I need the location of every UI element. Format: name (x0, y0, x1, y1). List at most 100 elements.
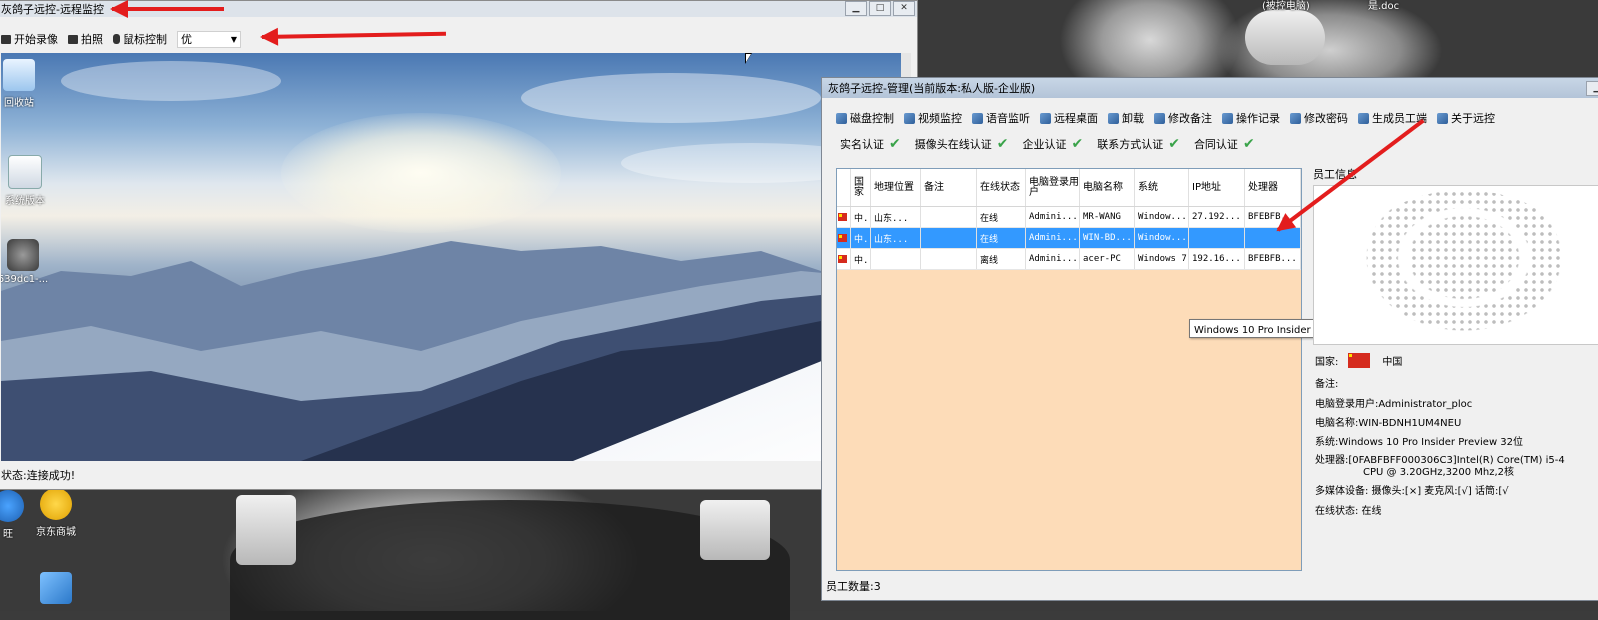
wallpaper-cloud (521, 73, 821, 123)
background-label: (被控电脑) (1262, 1, 1310, 12)
remote-icon-label: 回收站 (4, 98, 34, 109)
table-cell: Window... (1135, 207, 1189, 227)
key-icon (1290, 112, 1301, 124)
mouse-cursor-icon (745, 53, 752, 64)
toolbar-voice-monitor[interactable]: 语音监听 (972, 110, 1030, 126)
desktop-icon[interactable] (26, 572, 86, 607)
table-cell: 离线 (977, 249, 1026, 269)
mouse-icon (113, 34, 120, 44)
photo-placeholder (1354, 190, 1574, 340)
table-row[interactable]: 中... 离线Admini...acer-PCWindows 7192.16...… (837, 249, 1301, 270)
computer-name-row: 电脑名称:WIN-BDNH1UM4NEU (1315, 418, 1462, 429)
checkmark-icon: ✔ (996, 136, 1009, 152)
table-cell: WIN-BD... (1080, 228, 1135, 248)
cert-label: 合同认证 (1193, 138, 1238, 151)
table-cell: 山东... (871, 228, 921, 248)
camera-icon (68, 34, 78, 44)
toolbar-disk-control[interactable]: 磁盘控制 (836, 110, 894, 126)
record-label: 开始录像 (14, 33, 58, 46)
cert-label: 企业认证 (1022, 138, 1067, 151)
column-header[interactable]: 地理位置 (871, 169, 921, 206)
remote-desktop-icon[interactable]: 639dc1-... (1, 239, 53, 285)
disk-icon (836, 112, 847, 124)
list-rows: 中...山东...在线Admini...MR-WANGWindow...27.1… (837, 207, 1301, 270)
connection-status: 状态:连接成功! (1, 469, 76, 482)
wallpaper-cloud (61, 61, 281, 101)
photo-button[interactable]: 拍照 (68, 31, 103, 47)
toolbar-about[interactable]: 关于远控 (1437, 110, 1495, 126)
remote-desktop-icon[interactable]: 系统版本 (1, 155, 55, 207)
toolbar-edit-note[interactable]: 修改备注 (1154, 110, 1212, 126)
column-header[interactable]: 电脑名称 (1080, 169, 1135, 206)
log-icon (1222, 112, 1233, 124)
flag-cell (837, 228, 851, 248)
column-header[interactable]: 电脑登录用户 (1026, 169, 1080, 206)
table-cell (921, 249, 977, 269)
title-bar[interactable]: 灰鸽子远控-管理(当前版本:私人版-企业版) (822, 78, 1598, 98)
table-cell (871, 249, 921, 269)
recycle-bin-icon (3, 59, 35, 91)
toolbar-operation-log[interactable]: 操作记录 (1222, 110, 1280, 126)
info-icon (1437, 112, 1448, 124)
toolbar-uninstall[interactable]: 卸载 (1108, 110, 1144, 126)
annotation-arrow (110, 0, 224, 18)
window-controls: ▁ (1586, 81, 1598, 96)
table-cell (1189, 228, 1245, 248)
toolbar-label: 操作记录 (1236, 112, 1280, 125)
country-value: 中国 (1382, 357, 1403, 368)
minimize-button[interactable]: ▁ (1586, 81, 1598, 96)
minimize-button[interactable]: ▁ (845, 1, 867, 16)
toolbar-video-monitor[interactable]: 视频监控 (904, 110, 962, 126)
column-header[interactable]: IP地址 (1189, 169, 1245, 206)
cert-contact: 联系方式认证 ✔ (1097, 136, 1180, 152)
window-title: 灰鸽子远控-远程监控 (1, 3, 104, 16)
cert-label: 联系方式认证 (1097, 138, 1164, 151)
china-flag-icon (838, 234, 847, 242)
column-header[interactable]: 国家 (851, 169, 871, 206)
online-status-row: 在线状态: 在线 (1315, 506, 1382, 517)
toolbar-remote-desktop[interactable]: 远程桌面 (1040, 110, 1098, 126)
checkmark-icon: ✔ (1242, 136, 1255, 152)
record-button[interactable]: 开始录像 (1, 31, 58, 47)
employee-photo (1313, 185, 1598, 345)
table-cell: Admini... (1026, 207, 1080, 227)
edit-icon (1154, 112, 1165, 124)
toolbar-change-password[interactable]: 修改密码 (1290, 110, 1348, 126)
flag-cell (837, 207, 851, 227)
employee-list[interactable]: 国家 地理位置 备注 在线状态 电脑登录用户 电脑名称 系统 IP地址 处理器 … (836, 168, 1384, 571)
maximize-button[interactable]: □ (869, 1, 891, 16)
table-cell: 中... (851, 207, 871, 227)
table-cell (921, 207, 977, 227)
remote-desktop-view[interactable]: 回收站 系统版本 639dc1-... (1, 53, 911, 461)
close-button[interactable]: ✕ (893, 1, 915, 16)
table-row[interactable]: 中...山东... 在线Admini...MR-WANGWindow...27.1… (837, 207, 1301, 228)
column-header[interactable]: 处理器 (1245, 169, 1301, 206)
cert-real-name: 实名认证 ✔ (840, 136, 901, 152)
window-title: 灰鸽子远控-管理(当前版本:私人版-企业版) (828, 82, 1036, 95)
toolbar-label: 远程桌面 (1054, 112, 1098, 125)
remote-desktop-icon[interactable]: 回收站 (1, 59, 49, 109)
table-cell: 中... (851, 249, 871, 269)
column-header[interactable]: 备注 (921, 169, 977, 206)
microphone-icon (972, 112, 983, 124)
mouse-control-button[interactable]: 鼠标控制 (113, 31, 167, 47)
mouse-control-label: 鼠标控制 (123, 33, 167, 46)
flag-cell (837, 249, 851, 269)
table-row[interactable]: 中...山东... 在线Admini...WIN-BD...Window... (837, 228, 1301, 249)
login-user-row: 电脑登录用户:Administrator_ploc (1315, 399, 1473, 410)
wallpaper-tooth (236, 495, 296, 565)
desktop-icon[interactable]: 京东商城 (26, 488, 86, 538)
column-header[interactable]: 在线状态 (977, 169, 1026, 206)
monitor-toolbar: 开始录像 拍照 鼠标控制 优 ▼ (0, 27, 917, 51)
camera-icon (904, 112, 915, 124)
toolbar-label: 卸载 (1122, 112, 1144, 125)
toolbar-label: 关于远控 (1451, 112, 1495, 125)
background-label: 是.doc (1368, 1, 1400, 12)
processor-row-2: CPU @ 3.20GHz,3200 Mhz,2核 (1363, 467, 1515, 478)
remote-icon-label: 639dc1-... (1, 274, 49, 285)
checkmark-icon: ✔ (1168, 136, 1180, 152)
cert-enterprise: 企业认证 ✔ (1022, 136, 1083, 152)
document-icon (8, 155, 42, 189)
column-header[interactable]: 系统 (1135, 169, 1189, 206)
quality-select[interactable]: 优 ▼ (177, 30, 241, 48)
